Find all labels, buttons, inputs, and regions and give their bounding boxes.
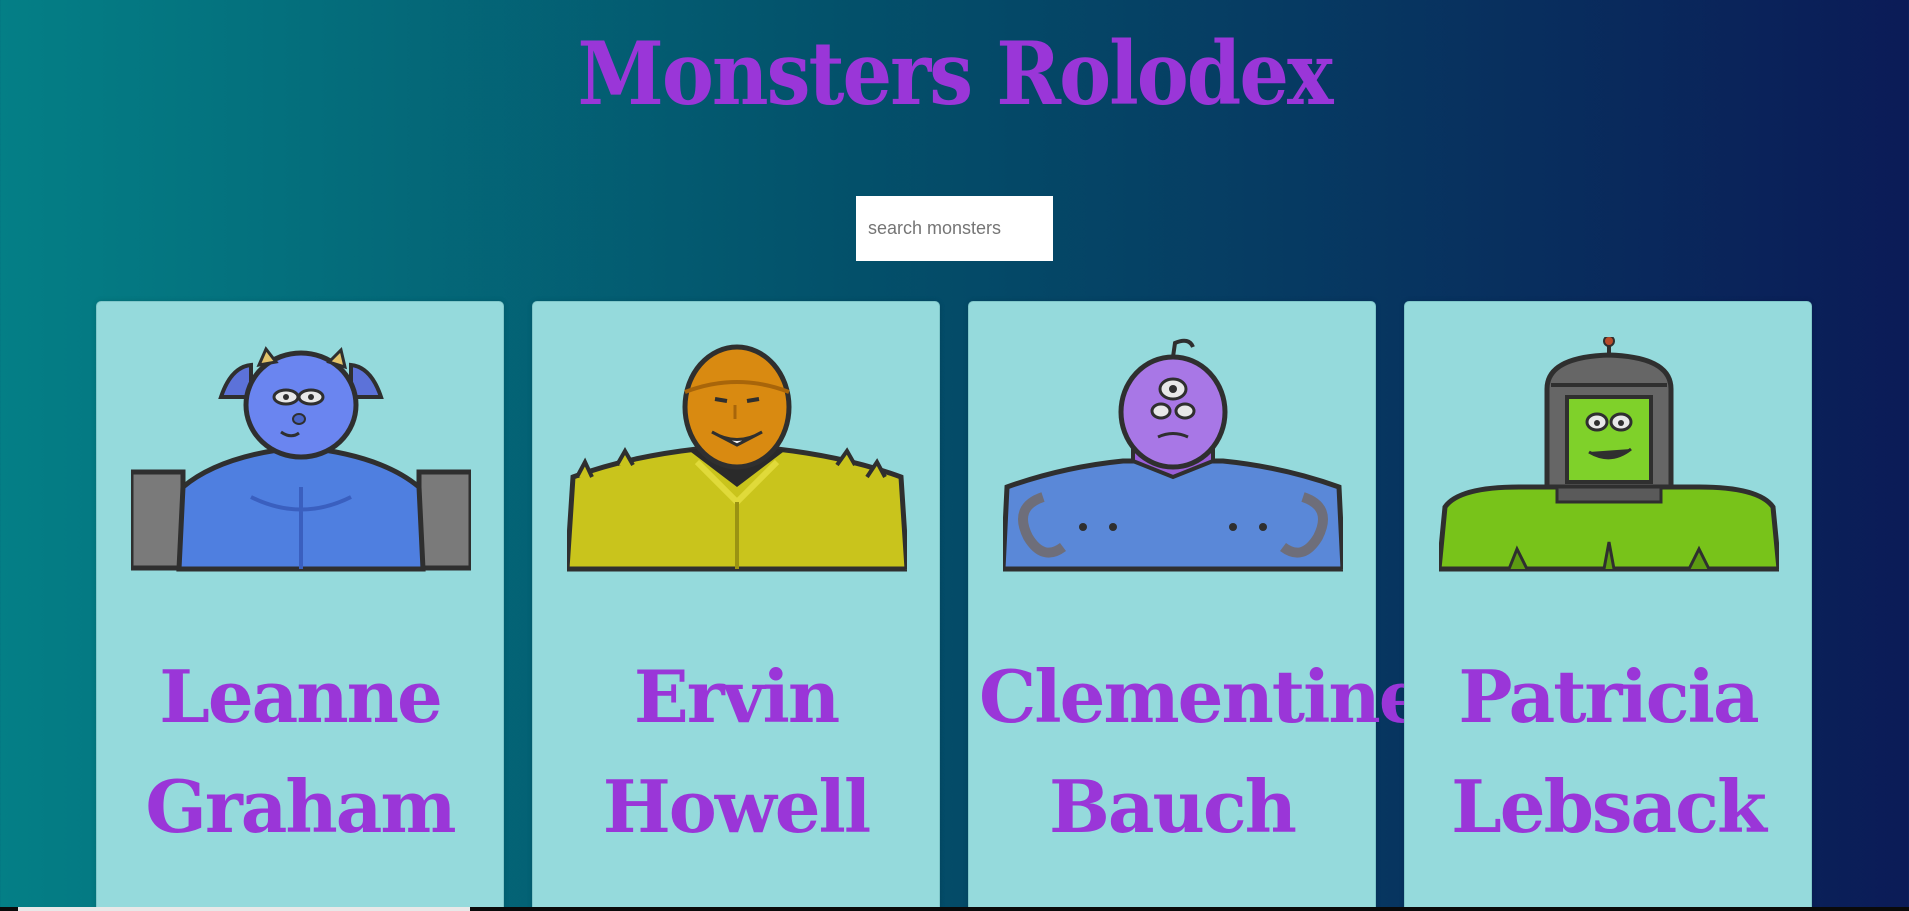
monster-name: Patricia Lebsack bbox=[1451, 654, 1767, 849]
horizontal-scrollbar[interactable] bbox=[0, 907, 1909, 911]
monster-card[interactable]: Ervin Howell bbox=[532, 301, 940, 911]
orange-masked-monster-icon bbox=[567, 344, 907, 572]
monster-card[interactable]: Clementine Bauch bbox=[968, 301, 1425, 911]
green-helmet-monster-icon bbox=[1439, 337, 1779, 572]
purple-cyclops-robot-monster-icon bbox=[1003, 338, 1343, 572]
page-title: Monsters Rolodex bbox=[577, 23, 1334, 126]
search-input[interactable] bbox=[856, 196, 1053, 261]
monster-name: Ervin Howell bbox=[602, 654, 872, 849]
monster-name: Leanne Graham bbox=[145, 654, 456, 849]
card-list: Leanne Graham Ervin Howell Clementine Ba… bbox=[96, 301, 1814, 911]
blue-horned-monster-icon bbox=[131, 346, 471, 572]
monster-card[interactable]: Patricia Lebsack bbox=[1404, 301, 1812, 911]
monster-name: Clementine Bauch bbox=[979, 654, 1425, 849]
monster-card[interactable]: Leanne Graham bbox=[96, 301, 504, 911]
scrollbar-thumb[interactable] bbox=[18, 907, 470, 911]
